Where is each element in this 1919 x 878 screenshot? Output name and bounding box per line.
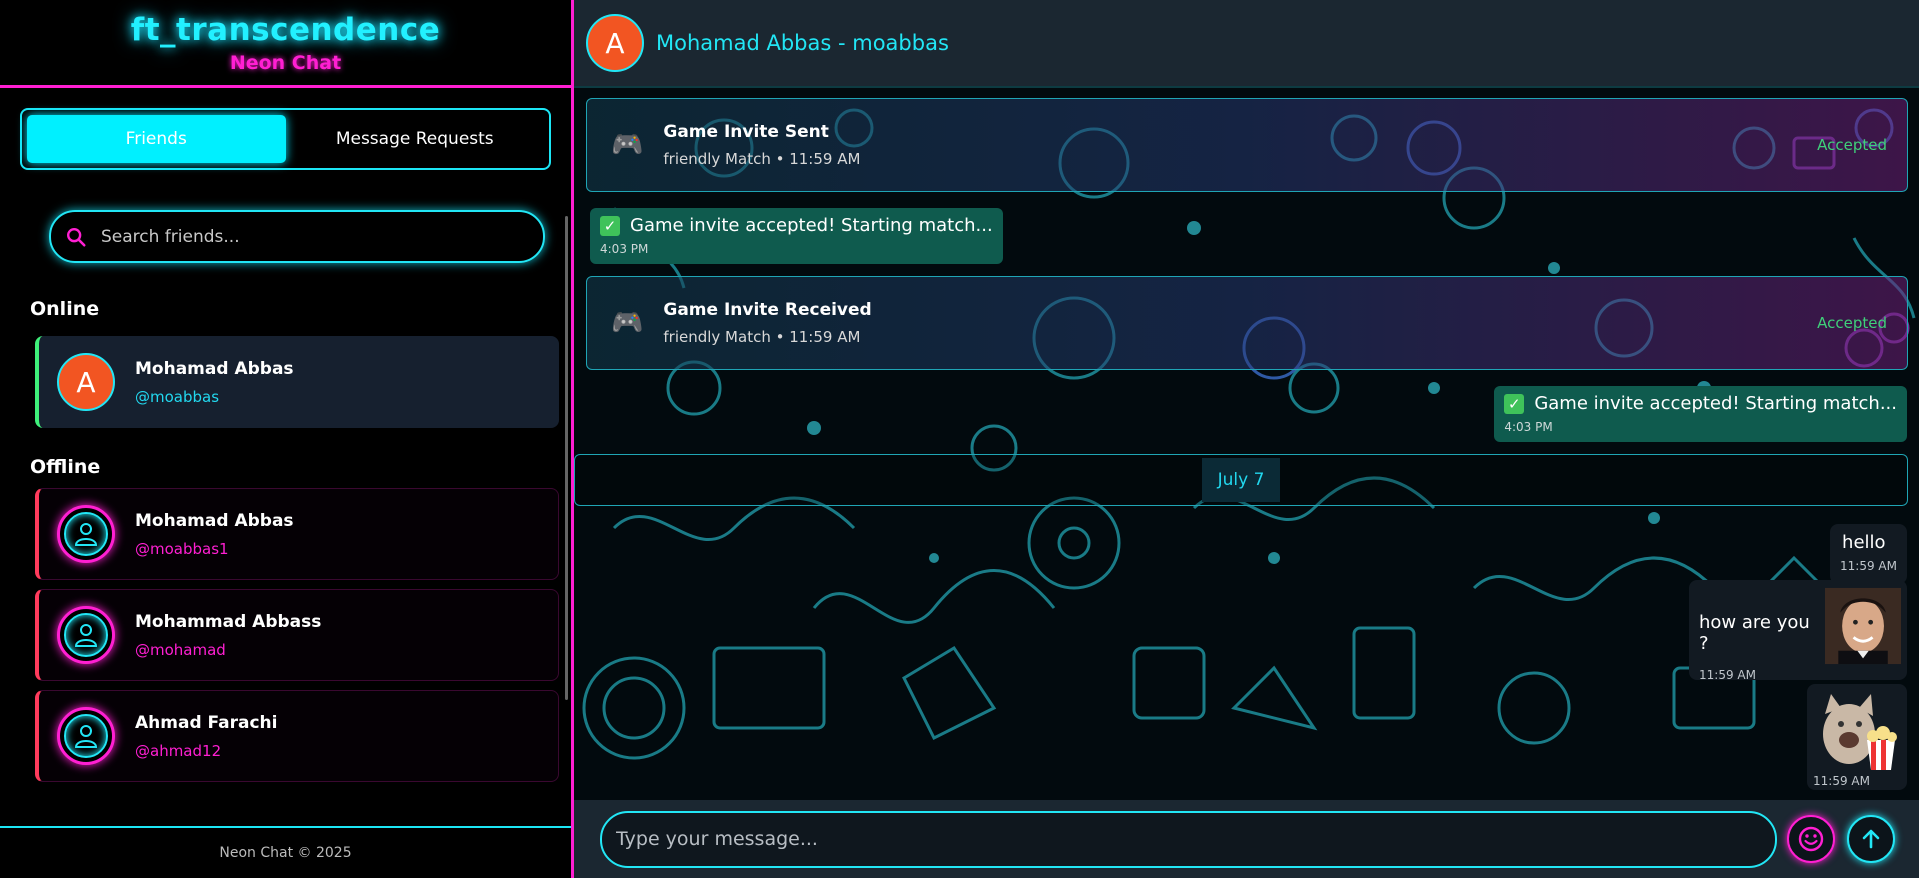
message-time: 11:59 AM	[1813, 774, 1870, 788]
search-box	[49, 210, 545, 263]
arrow-up-icon	[1862, 829, 1880, 849]
message-time: 11:59 AM	[1699, 668, 1756, 682]
user-icon	[64, 512, 108, 556]
friend-info: Mohamad Abbas @moabbas	[135, 359, 294, 406]
friend-handle: @moabbas1	[135, 539, 229, 558]
invite-subtitle: friendly Match • 11:59 AM	[663, 328, 861, 346]
check-icon: ✓	[600, 215, 620, 236]
chat-header: A Mohamad Abbas - moabbas	[574, 0, 1919, 88]
message-row: how are you ?	[1699, 586, 1901, 666]
message-text: hello	[1842, 532, 1886, 553]
smiley-icon	[1798, 826, 1824, 852]
app-title: ft_transcendence	[130, 12, 441, 48]
friend-handle: @moabbas	[135, 387, 220, 406]
date-separator: July 7	[574, 454, 1908, 506]
check-icon: ✓	[1504, 393, 1525, 414]
search-input[interactable]	[101, 226, 501, 247]
friend-name: Mohamad Abbas	[135, 358, 294, 379]
friend-name: Ahmad Farachi	[135, 712, 278, 733]
friend-info: Mohamad Abbas @moabbas1	[135, 511, 294, 558]
chat-bubble-outgoing[interactable]: how are you ? 11:59 AM	[1689, 580, 1907, 682]
offline-section-label: Offline	[30, 456, 101, 478]
app-root: ft_transcendence Neon Chat Friends Messa…	[0, 0, 1919, 878]
message-time: 11:59 AM	[1840, 559, 1897, 573]
friend-info: Mohammad Abbass @mohamad	[135, 612, 321, 659]
game-invite-card[interactable]: 🎮 Game Invite Received friendly Match • …	[586, 276, 1908, 370]
message-input[interactable]	[616, 828, 1716, 850]
chat-bubble-outgoing[interactable]: 11:59 AM	[1807, 684, 1907, 790]
invite-subtitle: friendly Match • 11:59 AM	[663, 150, 861, 168]
sidebar: ft_transcendence Neon Chat Friends Messa…	[0, 0, 574, 878]
gamepad-icon: 🎮	[611, 130, 644, 160]
friend-item-offline[interactable]: Mohamad Abbas @moabbas1	[35, 488, 559, 580]
gamepad-icon: 🎮	[611, 308, 644, 338]
search-icon	[67, 227, 86, 247]
message-time: 4:03 PM	[1504, 420, 1553, 434]
friend-name: Mohamad Abbas	[135, 510, 294, 531]
user-icon	[64, 613, 108, 657]
invite-title: Game Invite Received	[663, 300, 872, 320]
system-message-body: ✓ Game invite accepted! Starting match..…	[600, 215, 993, 236]
game-invite-card[interactable]: 🎮 Game Invite Sent friendly Match • 11:5…	[586, 98, 1908, 192]
cat-popcorn-sticker[interactable]	[1813, 690, 1901, 770]
system-message-body: ✓ Game invite accepted! Starting match..…	[1504, 393, 1897, 414]
friend-handle: @mohamad	[135, 640, 226, 659]
invite-status: Accepted	[1817, 136, 1887, 154]
message-input-wrapper	[600, 810, 1777, 868]
date-label: July 7	[1201, 458, 1281, 502]
invite-title: Game Invite Sent	[663, 122, 829, 142]
tab-bar: Friends Message Requests	[20, 108, 551, 170]
chat-bubble-outgoing[interactable]: hello 11:59 AM	[1830, 524, 1907, 584]
friend-list: A Mohamad Abbas @moabbas Offline Mohamad…	[0, 320, 571, 782]
friend-item-offline[interactable]: Mohammad Abbass @mohamad	[35, 589, 559, 681]
app-subtitle: Neon Chat	[229, 52, 342, 74]
friend-info: Ahmad Farachi @ahmad12	[135, 713, 277, 760]
tab-friends[interactable]: Friends	[27, 115, 286, 163]
emoji-button[interactable]	[1787, 815, 1835, 863]
brand-header: ft_transcendence Neon Chat	[0, 0, 571, 88]
system-message: ✓ Game invite accepted! Starting match..…	[1494, 386, 1907, 442]
avatar: A	[57, 353, 115, 411]
avatar	[57, 707, 115, 765]
send-button[interactable]	[1847, 815, 1895, 863]
user-icon	[64, 714, 108, 758]
invite-text: Game Invite Sent friendly Match • 11:59 …	[663, 122, 860, 168]
chat-panel: A Mohamad Abbas - moabbas 🎮 Game Invite …	[574, 0, 1919, 878]
friend-item-offline[interactable]: Ahmad Farachi @ahmad12	[35, 690, 559, 782]
friend-name: Mohammad Abbass	[135, 611, 322, 632]
system-message-text: Game invite accepted! Starting match...	[630, 215, 993, 236]
avatar	[57, 505, 115, 563]
message-time: 4:03 PM	[600, 242, 649, 256]
message-area[interactable]: 🎮 Game Invite Sent friendly Match • 11:5…	[574, 88, 1919, 800]
tab-message-requests[interactable]: Message Requests	[286, 115, 545, 163]
message-text: how are you ?	[1699, 612, 1810, 654]
chat-background-pattern	[582, 108, 1916, 760]
sidebar-scrollbar[interactable]	[565, 216, 568, 700]
avatar	[57, 606, 115, 664]
system-message: ✓ Game invite accepted! Starting match..…	[590, 208, 1003, 264]
friend-handle: @ahmad12	[135, 741, 222, 760]
invite-text: Game Invite Received friendly Match • 11…	[663, 300, 871, 346]
system-message-text: Game invite accepted! Starting match...	[1534, 393, 1897, 414]
friend-item-online[interactable]: A Mohamad Abbas @moabbas	[35, 336, 559, 428]
invite-status: Accepted	[1817, 314, 1887, 332]
sticker-image[interactable]	[1824, 586, 1901, 666]
online-section-label: Online	[30, 298, 100, 320]
chat-avatar[interactable]: A	[586, 14, 644, 72]
message-composer	[574, 800, 1919, 878]
chat-title: Mohamad Abbas - moabbas	[656, 31, 949, 55]
sidebar-footer: Neon Chat © 2025	[0, 826, 571, 878]
